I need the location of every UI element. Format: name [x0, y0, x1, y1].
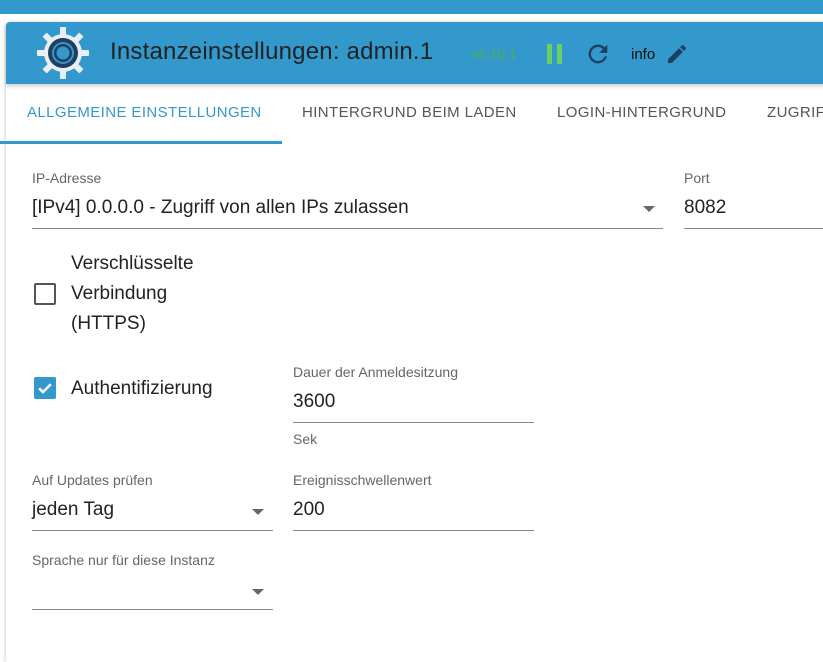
- ip-address-underline: [32, 228, 663, 229]
- info-button[interactable]: info: [631, 46, 655, 63]
- authentication-checkbox[interactable]: [34, 377, 56, 399]
- dialog-header: Instanzeinstellungen: admin.1 v6.10.1 in…: [6, 22, 823, 84]
- version-badge: v6.10.1: [471, 46, 517, 62]
- tab-access[interactable]: ZUGRIF: [767, 84, 823, 144]
- session-duration-label: Dauer der Anmeldesitzung: [293, 364, 458, 380]
- check-updates-select[interactable]: jeden Tag: [32, 499, 114, 521]
- tab-loading-background[interactable]: HINTERGRUND BEIM LADEN: [302, 84, 517, 144]
- tab-bar: ALLGEMEINE EINSTELLUNGEN HINTERGRUND BEI…: [6, 84, 823, 144]
- instance-language-dropdown-arrow-icon[interactable]: [252, 589, 264, 595]
- ip-address-select[interactable]: [IPv4] 0.0.0.0 - Zugriff von allen IPs z…: [32, 197, 409, 219]
- ip-address-label: IP-Adresse: [32, 170, 102, 186]
- pause-icon[interactable]: [547, 44, 563, 64]
- port-input[interactable]: 8082: [684, 197, 726, 219]
- https-checkbox-label: Verschlüsselte Verbindung (HTTPS): [71, 253, 194, 334]
- session-duration-input[interactable]: 3600: [293, 391, 335, 413]
- top-app-bar-strip: [0, 0, 823, 14]
- checkmark-icon: [38, 383, 52, 394]
- event-threshold-label: Ereignisschwellenwert: [293, 472, 432, 488]
- ip-address-dropdown-arrow-icon[interactable]: [643, 206, 655, 212]
- event-threshold-underline: [293, 530, 534, 531]
- instance-language-underline: [32, 609, 273, 610]
- session-duration-underline: [293, 422, 534, 423]
- check-updates-dropdown-arrow-icon[interactable]: [252, 509, 264, 515]
- check-updates-label: Auf Updates prüfen: [32, 472, 153, 488]
- port-label: Port: [684, 170, 710, 186]
- iobroker-gear-logo-icon: [37, 27, 89, 79]
- dialog-title: Instanzeinstellungen: admin.1: [110, 38, 434, 65]
- reload-icon[interactable]: [584, 40, 612, 68]
- port-underline: [684, 228, 823, 229]
- tab-login-background[interactable]: LOGIN-HINTERGRUND: [557, 84, 726, 144]
- active-tab-indicator: [0, 141, 282, 144]
- session-duration-unit: Sek: [293, 431, 318, 447]
- tab-general-settings[interactable]: ALLGEMEINE EINSTELLUNGEN: [27, 84, 262, 144]
- pencil-icon[interactable]: [665, 42, 689, 66]
- authentication-checkbox-label: Authentifizierung: [71, 378, 213, 399]
- instance-language-label: Sprache nur für diese Instanz: [32, 552, 215, 568]
- check-updates-underline: [32, 530, 273, 531]
- https-checkbox[interactable]: [34, 283, 56, 305]
- event-threshold-input[interactable]: 200: [293, 499, 325, 521]
